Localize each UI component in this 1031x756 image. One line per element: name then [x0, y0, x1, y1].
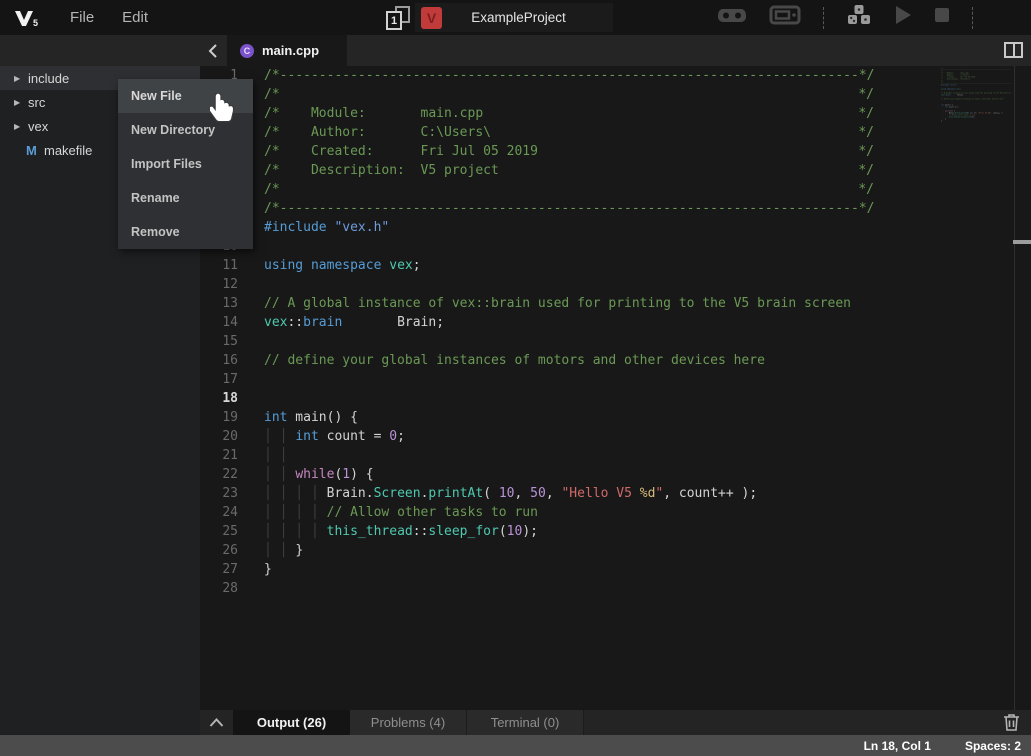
svg-text:5: 5 — [33, 18, 38, 28]
code-line: /*--------------------------------------… — [264, 199, 875, 218]
line-number: 23 — [200, 484, 238, 503]
line-number: 15 — [200, 332, 238, 351]
line-number: 21 — [200, 446, 238, 465]
hand-cursor-icon — [210, 93, 236, 128]
line-number: 28 — [200, 579, 238, 598]
panel-tab-problems[interactable]: Problems (4) — [350, 710, 467, 735]
code-line — [264, 237, 875, 256]
trash-icon[interactable] — [1003, 713, 1021, 733]
code-line: /*--------------------------------------… — [264, 66, 875, 85]
code-content[interactable]: /*--------------------------------------… — [941, 68, 1011, 124]
code-line — [264, 579, 875, 598]
code-line: │ │ │ │ this_thread::sleep_for(10); — [264, 522, 875, 541]
code-editor[interactable]: 1234567891011121314151617181920212223242… — [200, 66, 1031, 710]
tab-main-cpp[interactable]: C main.cpp — [227, 35, 347, 66]
vex-brain-badge-icon: V — [421, 7, 442, 29]
code-line — [264, 370, 875, 389]
makefile-icon: M — [26, 143, 40, 158]
code-line: #include "vex.h" — [264, 218, 875, 237]
line-number: 25 — [200, 522, 238, 541]
play-icon[interactable] — [894, 5, 912, 30]
code-line: } — [264, 560, 875, 579]
line-number: 22 — [200, 465, 238, 484]
code-line: // define your global instances of motor… — [264, 351, 875, 370]
panel-tab-output[interactable]: Output (26) — [233, 710, 350, 735]
back-chevron-icon[interactable] — [205, 42, 221, 59]
controller-icon[interactable] — [717, 6, 747, 29]
minimap-divider — [1014, 66, 1015, 710]
code-line: int main() { — [264, 408, 875, 427]
code-line: /* Module: main.cpp*/ — [264, 104, 875, 123]
code-line: /* Created: Fri Jul 05 2019*/ — [264, 142, 875, 161]
code-line: using namespace vex; — [264, 256, 875, 275]
code-line: /* Description: V5 project*/ — [264, 161, 875, 180]
line-number: 13 — [200, 294, 238, 313]
editor-tab-strip: C main.cpp — [0, 35, 1031, 66]
collapse-chevron-icon[interactable] — [200, 710, 233, 735]
context-menu-item-import-files[interactable]: Import Files — [118, 147, 253, 181]
toolbar-separator — [972, 7, 973, 29]
tree-item-label: makefile — [44, 143, 92, 158]
code-line: /**/ — [264, 180, 875, 199]
code-line — [264, 389, 875, 408]
scrollbar-thumb[interactable] — [1013, 240, 1031, 244]
cpp-file-icon: C — [240, 44, 254, 58]
code-line: │ │ │ │ // Allow other tasks to run — [264, 503, 875, 522]
folder-chevron-icon: ▶ — [14, 98, 28, 107]
code-line — [264, 275, 875, 294]
line-number: 26 — [200, 541, 238, 560]
tree-item-label: vex — [28, 119, 48, 134]
folder-chevron-icon: ▶ — [14, 74, 28, 83]
line-number: 17 — [200, 370, 238, 389]
line-number: 16 — [200, 351, 238, 370]
vex-logo: 5 — [12, 7, 42, 29]
stop-icon[interactable] — [934, 7, 950, 28]
project-name-button[interactable]: V ExampleProject — [415, 3, 613, 32]
line-number: 20 — [200, 427, 238, 446]
code-line: │ │ while(1) { — [264, 465, 875, 484]
panel-tab-terminal[interactable]: Terminal (0) — [467, 710, 584, 735]
device-toolbar — [717, 0, 1031, 35]
code-line — [941, 122, 1011, 124]
context-menu-item-rename[interactable]: Rename — [118, 181, 253, 215]
cursor-position[interactable]: Ln 18, Col 1 — [864, 739, 931, 753]
download-icon[interactable] — [846, 4, 872, 31]
code-line — [264, 332, 875, 351]
slot-button[interactable]: 1 — [386, 6, 410, 30]
folder-chevron-icon: ▶ — [14, 122, 28, 131]
code-line: // A global instance of vex::brain used … — [264, 294, 875, 313]
vexcode-window: 5 File Edit 1 V ExampleProject — [0, 0, 1031, 756]
slot-number: 1 — [386, 11, 402, 30]
bottom-panel-bar: Output (26)Problems (4)Terminal (0) — [200, 710, 1031, 735]
code-line: │ │ │ │ Brain.Screen.printAt( 10, 50, "H… — [264, 484, 875, 503]
status-bar: Ln 18, Col 1 Spaces: 2 — [0, 735, 1031, 756]
line-number: 24 — [200, 503, 238, 522]
indentation-setting[interactable]: Spaces: 2 — [965, 739, 1021, 753]
toolbar-separator — [823, 7, 824, 29]
tree-item-label: src — [28, 95, 45, 110]
code-line: vex::brain Brain; — [264, 313, 875, 332]
line-number: 12 — [200, 275, 238, 294]
brain-icon[interactable] — [769, 5, 801, 30]
top-bar: 5 File Edit 1 V ExampleProject — [0, 0, 1031, 35]
line-number: 27 — [200, 560, 238, 579]
code-line: /* Author: C:\Users\*/ — [264, 123, 875, 142]
code-line: │ │ } — [264, 541, 875, 560]
code-line: │ │ — [264, 446, 875, 465]
code-content[interactable]: /*--------------------------------------… — [264, 66, 875, 598]
line-number: 14 — [200, 313, 238, 332]
minimap[interactable]: /*--------------------------------------… — [933, 68, 1011, 368]
line-number: 19 — [200, 408, 238, 427]
code-line: /**/ — [264, 85, 875, 104]
menu-edit[interactable]: Edit — [122, 9, 148, 26]
code-line: │ │ int count = 0; — [264, 427, 875, 446]
line-number: 11 — [200, 256, 238, 275]
project-name: ExampleProject — [442, 10, 613, 25]
line-number: 18 — [200, 389, 238, 408]
menu-file[interactable]: File — [70, 9, 94, 26]
context-menu-item-remove[interactable]: Remove — [118, 215, 253, 249]
tab-label: main.cpp — [262, 43, 319, 58]
split-editor-icon[interactable] — [1004, 42, 1023, 58]
tree-item-label: include — [28, 71, 69, 86]
